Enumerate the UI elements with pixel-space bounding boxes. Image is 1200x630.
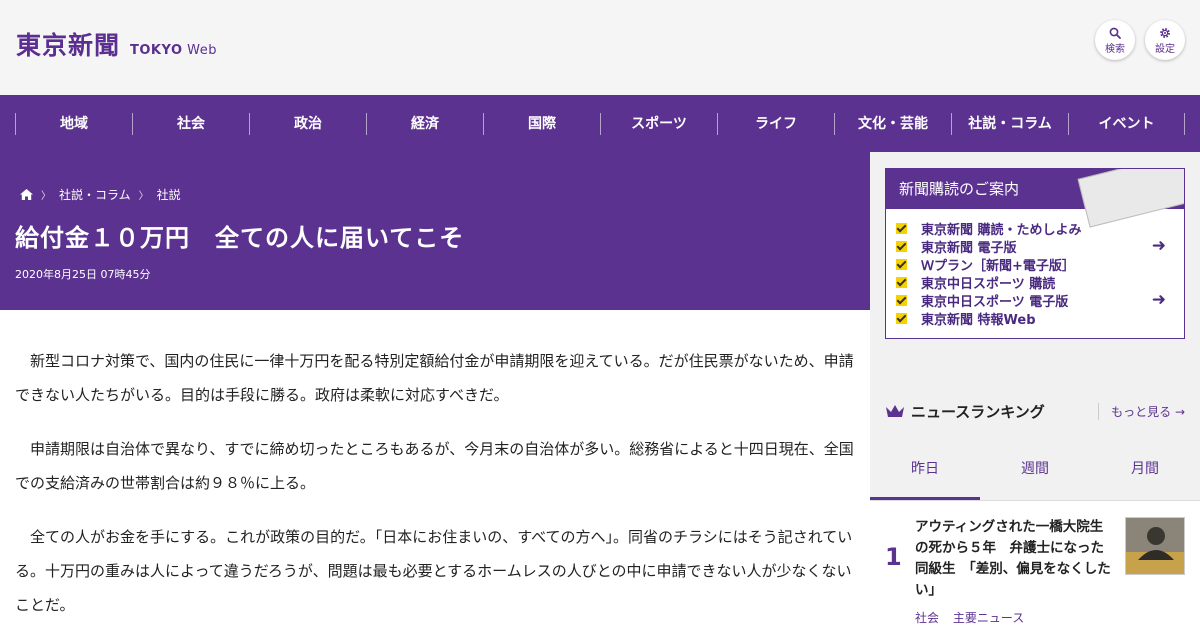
search-label: 検索: [1105, 44, 1125, 55]
rank-number: 1: [885, 543, 902, 571]
more-link[interactable]: もっと見る →: [1098, 403, 1185, 420]
settings-label: 設定: [1155, 44, 1175, 55]
article-body: 新型コロナ対策で、国内の住民に一律十万円を配る特別定額給付金が申請期限を迎えてい…: [15, 344, 855, 630]
nav-item-region[interactable]: 地域: [15, 112, 132, 135]
subscription-link-chunichi-sports[interactable]: 東京中日スポーツ 購読: [896, 273, 1184, 292]
check-icon: [896, 240, 907, 252]
breadcrumb-item-editorial-column[interactable]: 社説・コラム: [59, 186, 131, 203]
nav-item-politics[interactable]: 政治: [249, 112, 366, 135]
nav-item-life[interactable]: ライフ: [717, 112, 834, 135]
check-icon: [896, 222, 907, 234]
ranking-title: ニュースランキング: [911, 402, 1045, 421]
tab-monthly[interactable]: 月間: [1090, 437, 1200, 500]
nav-item-events[interactable]: イベント: [1068, 112, 1185, 135]
ranking-header: ニュースランキング もっと見る →: [870, 385, 1200, 437]
subscription-title: 新聞購読のご案内: [899, 180, 1020, 198]
nav-item-sports[interactable]: スポーツ: [600, 112, 717, 135]
nav-item-editorial[interactable]: 社説・コラム: [951, 112, 1068, 135]
subscription-link-trial[interactable]: 東京新聞 購読・ためしよみ: [896, 219, 1184, 238]
nav-item-international[interactable]: 国際: [483, 112, 600, 135]
subscription-list: 東京新聞 購読・ためしよみ 東京新聞 電子版 ➜ Ｗプラン［新聞+電子版］ 東京中…: [886, 209, 1184, 328]
check-icon: [896, 294, 907, 306]
nav-item-society[interactable]: 社会: [132, 112, 249, 135]
subscription-link-digital[interactable]: 東京新聞 電子版 ➜: [896, 236, 1184, 256]
right-sidebar: 新聞購読のご案内 東京新聞 購読・ためしよみ 東京新聞 電子版 ➜ Ｗプラン［新聞…: [870, 152, 1200, 630]
search-button[interactable]: 検索: [1095, 20, 1135, 60]
login-icon[interactable]: ➜: [1152, 236, 1166, 256]
logo-kanji: 東京新聞: [16, 31, 121, 60]
article-paragraph: 申請期限は自治体で異なり、すでに締め切ったところもあるが、今月末の自治体が多い。…: [15, 440, 854, 492]
breadcrumb-separator-icon: 〉: [138, 191, 149, 202]
tab-weekly[interactable]: 週間: [980, 437, 1090, 500]
ranking-item[interactable]: 1 アウティングされた一橋大院生の死から５年 弁護士になった同級生 「差別、偏見…: [870, 501, 1200, 630]
crown-icon: [886, 405, 904, 417]
main-nav: 地域 社会 政治 経済 国際 スポーツ ライフ 文化・芸能 社説・コラム イベン…: [0, 95, 1200, 152]
logo-english: TOKYO Web: [130, 43, 217, 58]
subscription-box: 新聞購読のご案内 東京新聞 購読・ためしよみ 東京新聞 電子版 ➜ Ｗプラン［新聞…: [885, 168, 1185, 339]
check-icon: [896, 276, 907, 288]
subscription-link-tokuho[interactable]: 東京新聞 特報Web: [896, 309, 1184, 328]
arrow-right-icon: →: [1174, 405, 1185, 419]
breadcrumb-item-editorial[interactable]: 社説: [157, 186, 181, 203]
subscription-link-chunichi-digital[interactable]: 東京中日スポーツ 電子版 ➜: [896, 290, 1184, 310]
gear-icon: [1160, 28, 1170, 38]
news-ranking: ニュースランキング もっと見る → 昨日 週間 月間 1 アウティングされた一橋…: [870, 385, 1200, 630]
nav-item-culture[interactable]: 文化・芸能: [834, 112, 951, 135]
breadcrumb-separator-icon: 〉: [41, 191, 51, 202]
tab-yesterday[interactable]: 昨日: [870, 437, 980, 500]
article-date: 2020年8月25日 07時45分: [15, 268, 151, 281]
ranking-headline[interactable]: アウティングされた一橋大院生の死から５年 弁護士になった同級生 「差別、偏見をな…: [915, 517, 1115, 601]
home-icon[interactable]: [20, 189, 33, 200]
site-logo[interactable]: 東京新聞 TOKYO Web: [16, 26, 217, 62]
article-paragraph: 新型コロナ対策で、国内の住民に一律十万円を配る特別定額給付金が申請期限を迎えてい…: [15, 352, 854, 404]
tag-society[interactable]: 社会: [915, 611, 939, 625]
ranking-tabs: 昨日 週間 月間: [870, 437, 1200, 501]
ranking-thumbnail[interactable]: [1125, 517, 1185, 575]
check-icon: [896, 312, 907, 324]
check-icon: [896, 258, 907, 270]
nav-item-economy[interactable]: 経済: [366, 112, 483, 135]
search-icon: [1109, 27, 1121, 39]
article-header: 〉 社説・コラム 〉 社説 給付金１０万円 全ての人に届いてこそ 2020年8月…: [0, 152, 870, 310]
subscription-header: 新聞購読のご案内: [886, 169, 1184, 228]
breadcrumb: 〉 社説・コラム 〉 社説: [20, 186, 181, 203]
ranking-tags: 社会 主要ニュース: [915, 609, 1034, 626]
login-icon[interactable]: ➜: [1152, 290, 1166, 310]
article-paragraph: 全ての人がお金を手にする。これが政策の目的だ。「日本にお住まいの、すべての方へ」…: [15, 528, 853, 614]
tag-main-news[interactable]: 主要ニュース: [953, 611, 1024, 625]
subscription-link-wplan[interactable]: Ｗプラン［新聞+電子版］: [896, 255, 1184, 274]
settings-button[interactable]: 設定: [1145, 20, 1185, 60]
article-title: 給付金１０万円 全ての人に届いてこそ: [15, 224, 465, 252]
top-bar: 東京新聞 TOKYO Web 検索 設定: [0, 0, 1200, 95]
